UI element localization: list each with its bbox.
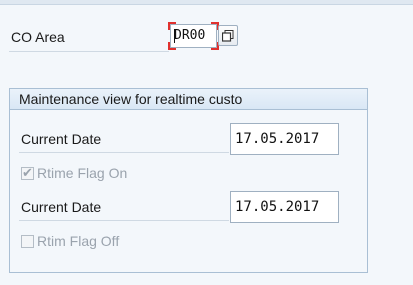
rtim-flag-off-label: Rtim Flag Off (37, 233, 120, 249)
current-date-label-1: Current Date (21, 131, 102, 147)
rtime-flag-on-label: Rtime Flag On (37, 165, 128, 181)
co-area-label: CO Area (11, 29, 65, 45)
rtim-flag-off-row: Rtim Flag Off (21, 233, 119, 249)
value-help-icon (222, 29, 234, 42)
focus-corner (168, 42, 176, 50)
co-area-underline (9, 51, 169, 52)
current-date-field-2[interactable]: 17.05.2017 (230, 191, 339, 223)
label-underline (19, 152, 229, 153)
rtime-flag-on-row: ✔ Rtime Flag On (21, 165, 127, 181)
current-date-field-1[interactable]: 17.05.2017 (230, 123, 339, 155)
group-title: Maintenance view for realtime custo (10, 89, 367, 110)
check-mark-icon: ✔ (22, 164, 33, 180)
text-caret (174, 29, 175, 43)
value-help-button[interactable] (218, 25, 238, 46)
current-date-label-2: Current Date (21, 199, 102, 215)
top-strip (0, 0, 413, 5)
realtime-custo-group: Maintenance view for realtime custo Curr… (9, 88, 368, 273)
rtim-flag-off-checkbox[interactable] (21, 234, 34, 248)
co-area-value: DR00 (174, 28, 206, 43)
label-underline (19, 220, 229, 221)
co-area-input[interactable]: DR00 (168, 22, 219, 50)
rtime-flag-on-checkbox[interactable]: ✔ (21, 164, 34, 180)
